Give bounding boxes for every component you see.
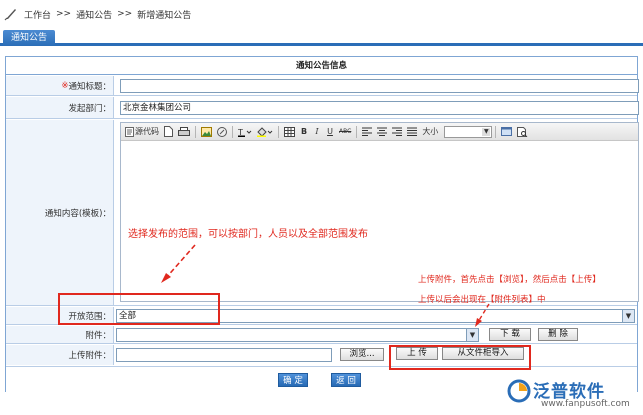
title-input[interactable] (120, 79, 639, 93)
toolbar-divider (195, 125, 196, 138)
justify-icon (407, 127, 418, 136)
align-center-button[interactable] (375, 125, 389, 139)
row-title: ※ 通知标题： (6, 76, 639, 96)
italic-button[interactable]: I (311, 125, 323, 139)
required-mark: ※ (61, 80, 69, 91)
attachment-list-select[interactable]: ▼ (116, 328, 479, 342)
underline-button[interactable]: U (324, 125, 336, 139)
scope-highlight-box (58, 293, 220, 325)
title-cell (115, 76, 639, 95)
insert-table-button[interactable] (282, 125, 297, 139)
browse-button[interactable]: 浏览... (340, 348, 384, 361)
fanpu-logo-icon (507, 379, 531, 403)
window-icon (501, 127, 513, 136)
row-attachment: 附件： ▼ 下 载 删 除 (6, 326, 637, 344)
insert-image-button[interactable] (199, 125, 214, 139)
upload-hint-line1: 上传附件，首先点击【浏览】，然后点击【上传】 (418, 275, 601, 285)
chevron-down-icon: ▼ (622, 310, 634, 322)
new-page-icon (164, 126, 173, 137)
breadcrumb: 工作台 >> 通知公告 >> 新增通知公告 (0, 0, 643, 28)
breadcrumb-notices[interactable]: 通知公告 (76, 8, 112, 21)
row-department: 发起部门： 北京金林集团公司 (6, 97, 639, 119)
fullscreen-button[interactable] (499, 125, 514, 139)
quill-pen-icon (4, 9, 16, 21)
source-code-label: 源代码 (135, 127, 159, 136)
attachment-label: 附件： (6, 326, 114, 343)
rich-text-editor[interactable]: 源代码 T B I U ABC 大小 ▼ 选择发布的范围，可以按部门，人员以及全… (120, 122, 639, 305)
row-upload: 上传附件： 浏览... 上 传 从文件柜导入 (6, 345, 637, 365)
table-icon (284, 126, 295, 137)
chevron-down-icon: ▼ (482, 127, 491, 136)
title-label: ※ 通知标题： (6, 76, 114, 95)
scope-hint-annotation: 选择发布的范围，可以按部门，人员以及全部范围发布 (128, 229, 368, 240)
flash-icon (217, 126, 227, 137)
font-size-select[interactable]: ▼ (444, 125, 493, 138)
toolbar-divider (278, 125, 279, 138)
align-center-icon (377, 127, 388, 136)
preview-button[interactable] (515, 125, 530, 139)
breadcrumb-separator: >> (117, 9, 133, 19)
align-right-button[interactable] (390, 125, 404, 139)
align-left-button[interactable] (360, 125, 374, 139)
form-title: 通知公告信息 (6, 57, 637, 75)
brand-url: www.fanpusoft.com (541, 399, 630, 409)
toolbar-divider (495, 125, 497, 138)
print-button[interactable] (176, 125, 192, 139)
text-color-icon: T (238, 128, 252, 137)
toolbar-divider (356, 125, 358, 138)
toolbar-divider (232, 125, 233, 138)
font-size-label: 大小 (422, 127, 439, 136)
breadcrumb-workbench[interactable]: 工作台 (24, 8, 51, 21)
new-document-button[interactable] (162, 125, 175, 139)
breadcrumb-current: 新增通知公告 (137, 10, 192, 21)
bold-button[interactable]: B (298, 125, 310, 139)
chevron-down-icon: ▼ (466, 329, 478, 341)
tab-notices[interactable]: 通知公告 (3, 30, 56, 46)
image-icon (201, 126, 212, 137)
download-button[interactable]: 下 载 (489, 328, 531, 341)
annotation-arrow-icon (161, 244, 196, 283)
text-color-button[interactable]: T (236, 125, 254, 139)
editor-toolbar: 源代码 T B I U ABC 大小 ▼ (121, 123, 638, 141)
brand-logo: 泛普软件 www.fanpusoft.com (507, 377, 637, 411)
print-icon (178, 126, 190, 136)
content-cell: 源代码 T B I U ABC 大小 ▼ 选择发布的范围，可以按部门，人员以及全… (115, 120, 639, 305)
upload-file-path[interactable] (116, 348, 332, 362)
background-color-button[interactable] (255, 125, 275, 139)
justify-button[interactable] (405, 125, 419, 139)
department-label: 发起部门： (6, 97, 114, 118)
breadcrumb-separator: >> (56, 9, 72, 19)
department-field: 北京金林集团公司 (120, 101, 639, 115)
upload-cell: 浏览... 上 传 从文件柜导入 (115, 345, 637, 365)
upload-highlight-box (389, 345, 531, 370)
source-code-button[interactable]: 源代码 (123, 125, 161, 139)
back-button[interactable]: 返 回 (331, 373, 361, 387)
row-content: 通知内容(模板)： 源代码 T B I U ABC 大小 ▼ 选择发布的范围，可… (6, 120, 639, 306)
department-cell: 北京金林集团公司 (115, 97, 639, 118)
title-label-text: 通知标题： (68, 81, 111, 92)
confirm-button[interactable]: 确 定 (278, 373, 308, 387)
notice-form: 通知公告信息 ※ 通知标题： 发起部门： 北京金林集团公司 通知内容(模板)： … (5, 56, 639, 392)
annotation-arrow-icon (475, 303, 490, 327)
source-code-icon (125, 126, 134, 137)
paint-bucket-icon (257, 126, 273, 137)
preview-icon (517, 126, 528, 137)
insert-flash-button[interactable] (215, 125, 229, 139)
strikethrough-button[interactable]: ABC (337, 125, 353, 139)
upload-label: 上传附件： (6, 345, 114, 365)
tab-bar: 通知公告 (0, 30, 643, 46)
attachment-cell: ▼ 下 载 删 除 (115, 326, 637, 343)
align-right-icon (392, 127, 403, 136)
align-left-icon (362, 127, 373, 136)
delete-button[interactable]: 删 除 (538, 328, 578, 341)
content-label: 通知内容(模板)： (6, 120, 114, 305)
